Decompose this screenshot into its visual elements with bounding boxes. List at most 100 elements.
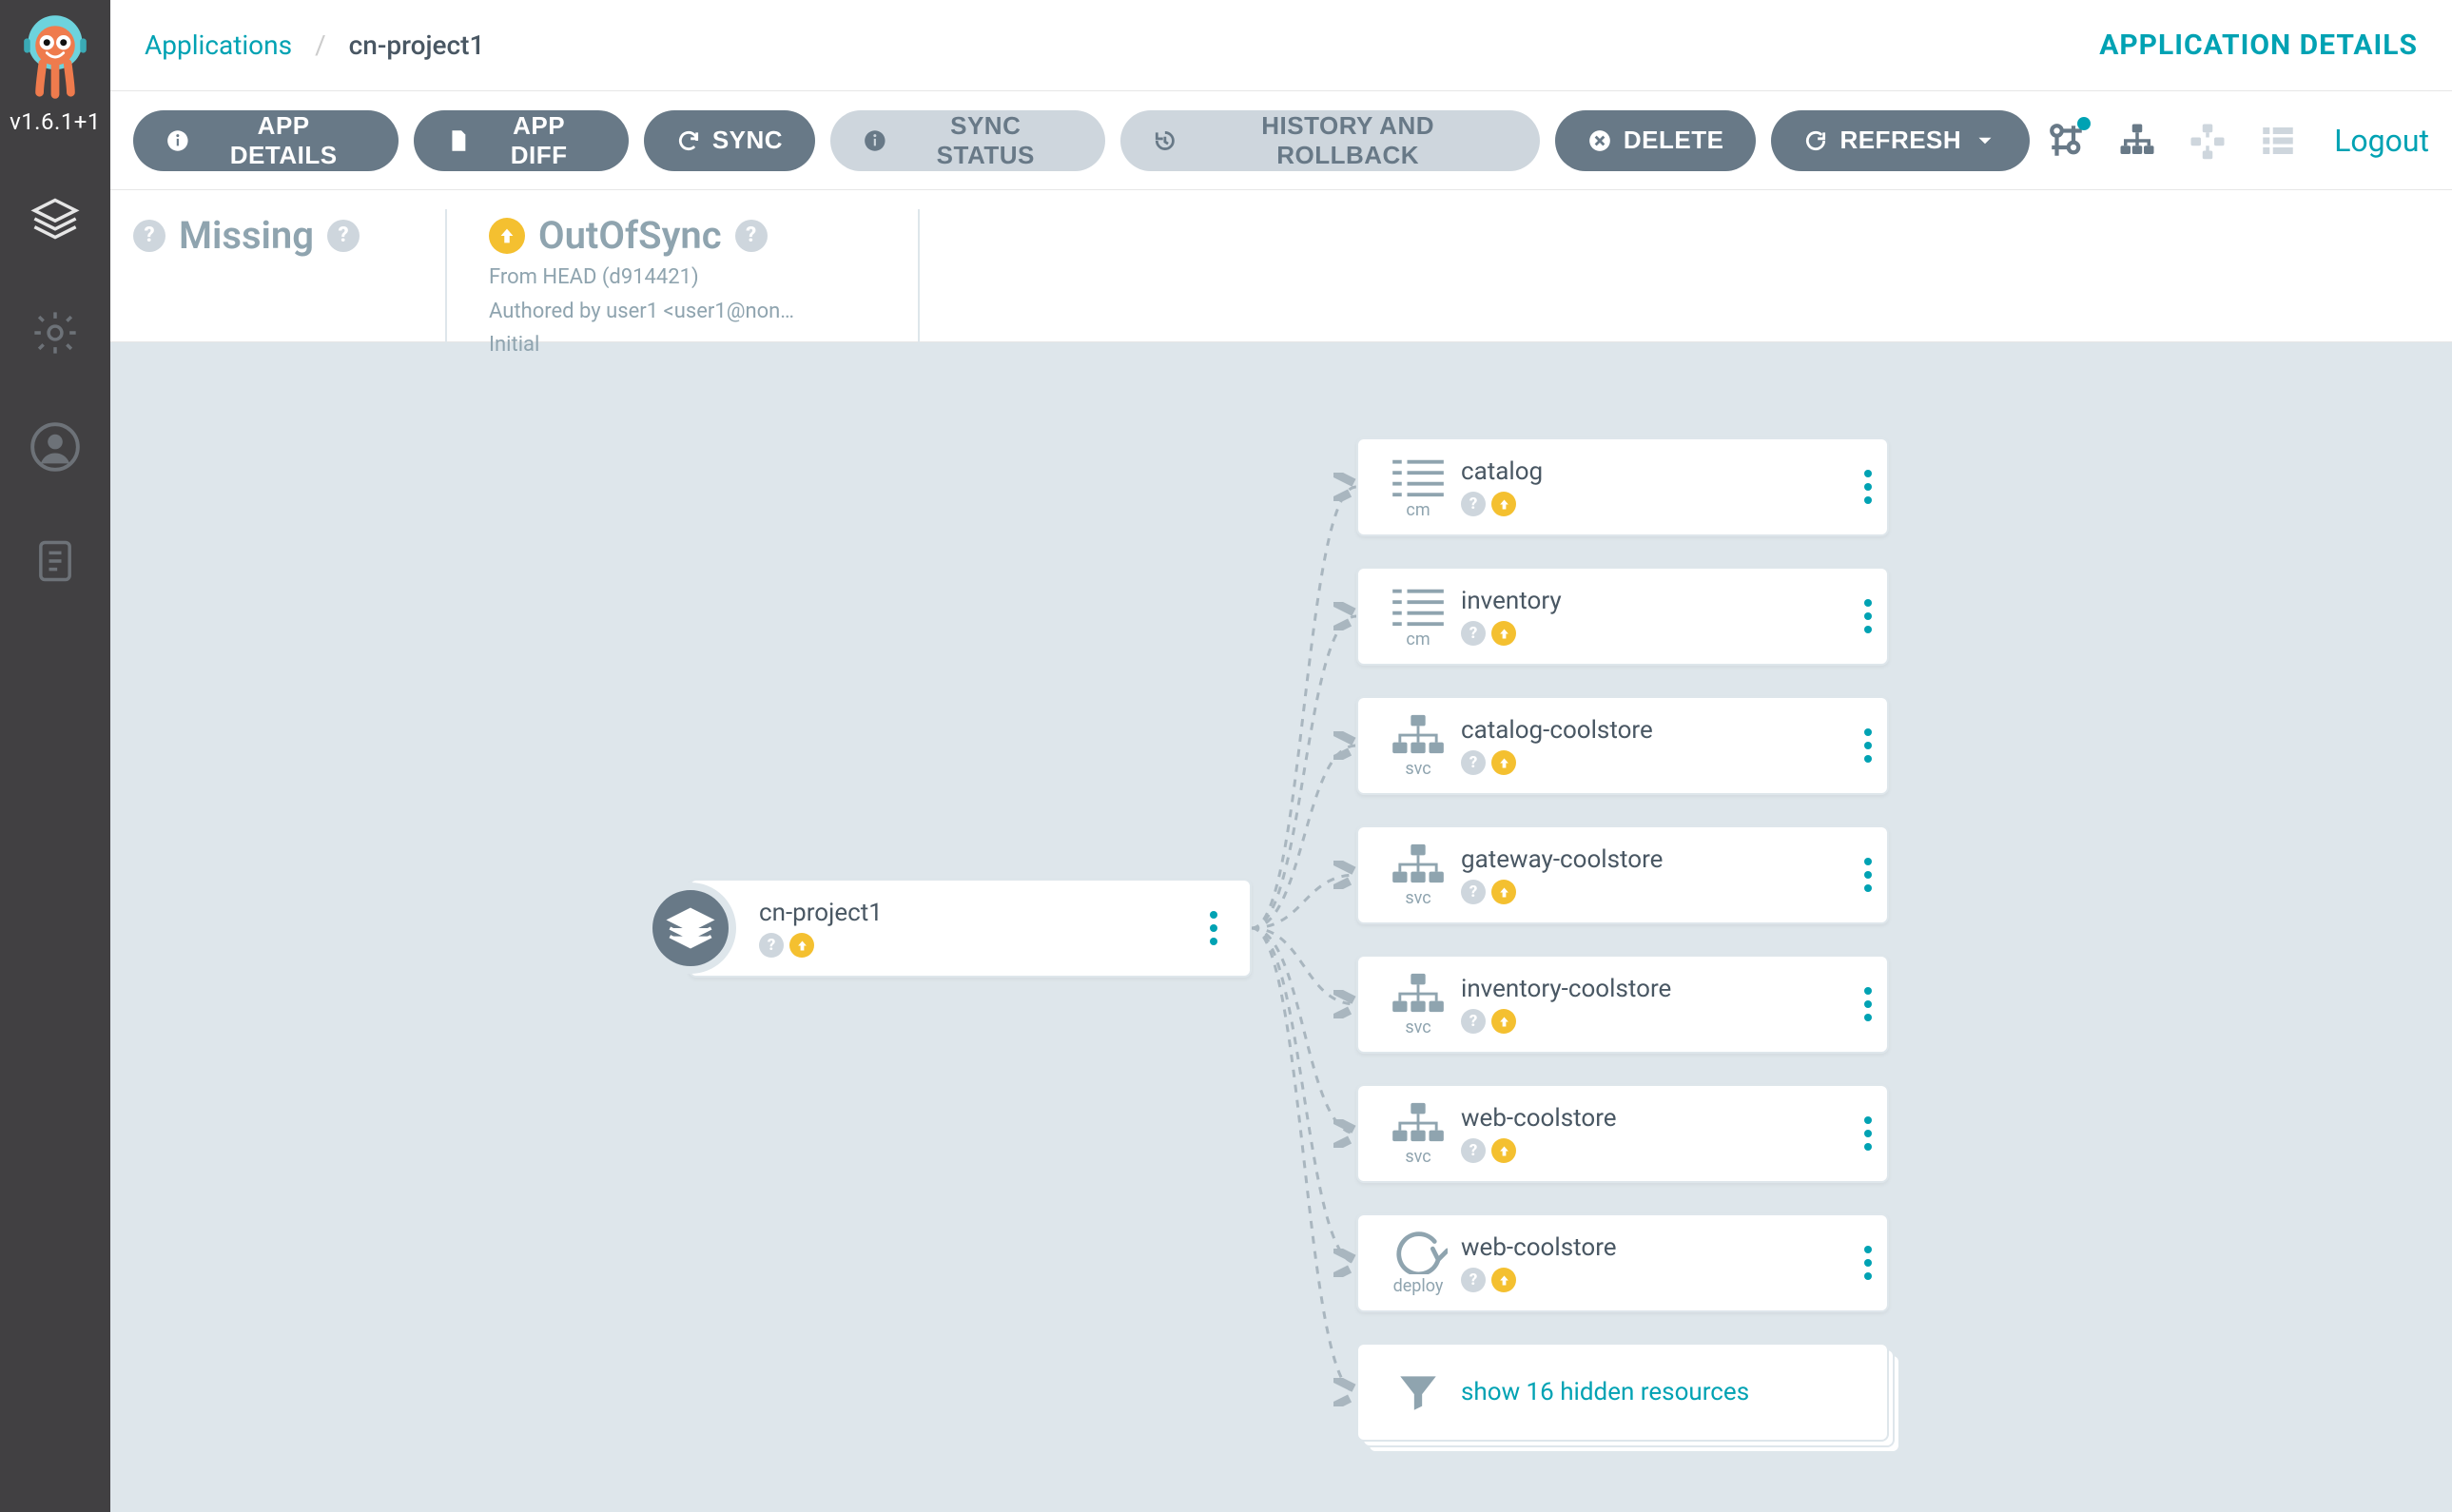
- layers-icon: [30, 194, 80, 243]
- root-node-title: cn-project1: [759, 899, 1195, 927]
- app-details-label: APP DETAILS: [202, 111, 366, 170]
- kind-label: svc: [1405, 888, 1430, 908]
- unknown-icon: ?: [1461, 880, 1486, 904]
- app-diff-button[interactable]: APP DIFF: [414, 110, 629, 171]
- resource-tree-canvas[interactable]: cn-project1 ? cm catalog ? cm inventory …: [110, 342, 2452, 1512]
- node-title: web-coolstore: [1461, 1233, 1849, 1262]
- view-list-icon[interactable]: [2256, 119, 2300, 163]
- sync-button[interactable]: SYNC: [644, 110, 815, 171]
- kind-icon-box: svc: [1375, 827, 1461, 922]
- logout-link[interactable]: Logout: [2334, 123, 2429, 159]
- delete-label: DELETE: [1624, 126, 1724, 155]
- help-icon[interactable]: ?: [327, 220, 360, 252]
- deploy-icon: [1389, 1231, 1448, 1274]
- show-hidden-resources[interactable]: show 16 hidden resources: [1356, 1343, 1889, 1442]
- svc-icon: [1389, 972, 1448, 1016]
- node-actions-menu[interactable]: [1849, 569, 1887, 664]
- kind-icon-box: svc: [1375, 957, 1461, 1052]
- sidebar-item-docs[interactable]: [0, 504, 110, 618]
- history-label: HISTORY AND ROLLBACK: [1188, 111, 1507, 170]
- main-area: Applications / cn-project1 APPLICATION D…: [110, 0, 2452, 1512]
- out-of-sync-icon: [489, 218, 525, 254]
- unknown-icon: ?: [1461, 1268, 1486, 1292]
- node-actions-menu[interactable]: [1849, 827, 1887, 922]
- kind-icon-box: svc: [1375, 698, 1461, 793]
- sidebar-item-settings[interactable]: [0, 276, 110, 390]
- health-status-block: ? Missing ?: [133, 209, 445, 258]
- node-actions-menu[interactable]: [1849, 698, 1887, 793]
- kind-icon-box: cm: [1375, 439, 1461, 534]
- version-label: v1.6.1+1: [10, 108, 101, 135]
- breadcrumb-current: cn-project1: [349, 29, 485, 61]
- kind-label: deploy: [1393, 1276, 1444, 1296]
- kind-label: cm: [1406, 630, 1430, 649]
- kind-icon-box: cm: [1375, 569, 1461, 664]
- delete-button[interactable]: DELETE: [1555, 110, 1757, 171]
- node-actions-menu[interactable]: [1849, 439, 1887, 534]
- node-title: inventory: [1461, 587, 1849, 615]
- status-divider: [918, 209, 962, 342]
- kind-label: cm: [1406, 500, 1430, 520]
- sync-meta-2: Authored by user1 <user1@non…: [489, 298, 794, 326]
- sync-status-label: SYNC STATUS: [899, 111, 1073, 170]
- tree-child-node[interactable]: svc web-coolstore ?: [1356, 1084, 1889, 1183]
- out-of-sync-icon: [789, 933, 814, 958]
- breadcrumb-bar: Applications / cn-project1 APPLICATION D…: [110, 0, 2452, 91]
- sidebar-item-user[interactable]: [0, 390, 110, 504]
- refresh-label: REFRESH: [1839, 126, 1961, 155]
- node-actions-menu[interactable]: [1849, 957, 1887, 1052]
- chevron-down-icon: [1973, 128, 1997, 153]
- node-title: catalog-coolstore: [1461, 716, 1849, 745]
- toolbar-right: Logout: [2045, 119, 2429, 163]
- out-of-sync-icon: [1491, 1268, 1516, 1292]
- breadcrumb-root-link[interactable]: Applications: [145, 29, 292, 61]
- out-of-sync-icon: [1491, 621, 1516, 646]
- page-title: APPLICATION DETAILS: [2099, 29, 2418, 62]
- kind-icon-box: deploy: [1375, 1215, 1461, 1310]
- file-icon: [446, 128, 471, 153]
- sync-status-block: OutOfSync ? From HEAD (d914421) Authored…: [445, 209, 880, 342]
- svc-icon: [1389, 1101, 1448, 1145]
- tree-child-node[interactable]: cm catalog ?: [1356, 437, 1889, 536]
- argo-logo: [17, 10, 93, 105]
- app-diff-label: APP DIFF: [481, 111, 596, 170]
- node-actions-menu[interactable]: [1195, 881, 1233, 976]
- node-actions-menu[interactable]: [1849, 1215, 1887, 1310]
- tree-child-node[interactable]: cm inventory ?: [1356, 567, 1889, 666]
- filter-icon[interactable]: [2045, 119, 2089, 163]
- toolbar: APP DETAILS APP DIFF SYNC SYNC STATUS HI…: [110, 91, 2452, 190]
- history-button[interactable]: HISTORY AND ROLLBACK: [1120, 110, 1540, 171]
- node-title: gateway-coolstore: [1461, 845, 1849, 874]
- sync-status-button[interactable]: SYNC STATUS: [830, 110, 1105, 171]
- sync-meta-1: From HEAD (d914421): [489, 263, 794, 292]
- sync-label: SYNC: [712, 126, 783, 155]
- view-network-icon[interactable]: [2186, 119, 2229, 163]
- status-panel: ? Missing ? OutOfSync ? From HEAD (d9144…: [110, 190, 2452, 342]
- refresh-button[interactable]: REFRESH: [1771, 110, 2030, 171]
- view-tree-icon[interactable]: [2115, 119, 2159, 163]
- tree-child-node[interactable]: svc catalog-coolstore ?: [1356, 696, 1889, 795]
- tree-child-node[interactable]: svc gateway-coolstore ?: [1356, 825, 1889, 924]
- out-of-sync-icon: [1491, 1138, 1516, 1163]
- health-status-label: Missing: [179, 213, 314, 258]
- delete-icon: [1587, 128, 1612, 153]
- node-title: web-coolstore: [1461, 1104, 1849, 1133]
- kind-label: svc: [1405, 1018, 1430, 1037]
- sidebar-item-applications[interactable]: [0, 162, 110, 276]
- show-hidden-link[interactable]: show 16 hidden resources: [1461, 1378, 1749, 1406]
- node-actions-menu[interactable]: [1849, 1086, 1887, 1181]
- out-of-sync-icon: [1491, 492, 1516, 516]
- history-icon: [1153, 128, 1177, 153]
- tree-child-node[interactable]: svc inventory-coolstore ?: [1356, 955, 1889, 1054]
- app-details-button[interactable]: APP DETAILS: [133, 110, 399, 171]
- tree-child-node[interactable]: deploy web-coolstore ?: [1356, 1213, 1889, 1312]
- sync-status-label: OutOfSync: [538, 213, 722, 258]
- unknown-icon: ?: [1461, 750, 1486, 775]
- doc-icon: [30, 536, 80, 586]
- cm-icon: [1389, 455, 1448, 498]
- info-icon: [165, 128, 190, 153]
- kind-label: svc: [1405, 1147, 1430, 1167]
- unknown-icon: ?: [1461, 1009, 1486, 1034]
- help-icon[interactable]: ?: [735, 220, 768, 252]
- tree-root-node[interactable]: cn-project1 ?: [689, 879, 1252, 978]
